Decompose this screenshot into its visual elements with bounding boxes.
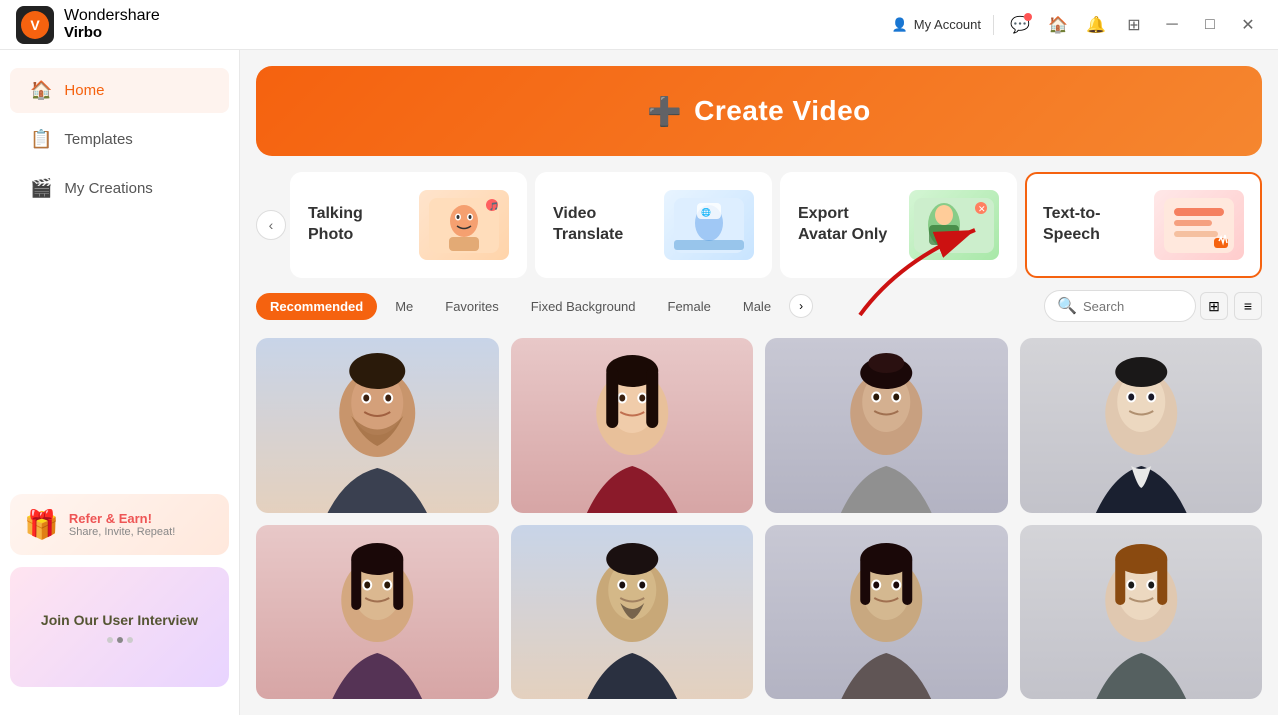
close-button[interactable]: ✕ — [1234, 11, 1262, 39]
refer-title: Refer & Earn! — [69, 511, 175, 526]
avatar-image-7 — [765, 525, 1008, 700]
logo-icon: V — [16, 6, 54, 44]
content-area: ➕ Create Video ‹ TalkingPhoto — [240, 50, 1278, 715]
text-to-speech-image — [1154, 190, 1244, 260]
avatar-card-5[interactable]: _ — [256, 525, 499, 700]
create-video-hero[interactable]: ➕ Create Video — [256, 66, 1262, 156]
video-translate-label: VideoTranslate — [553, 204, 623, 246]
home-icon-btn[interactable]: 🏠 — [1044, 11, 1072, 39]
refer-text: Refer & Earn! Share, Invite, Repeat! — [69, 511, 175, 538]
refer-subtitle: Share, Invite, Repeat! — [69, 526, 175, 538]
sidebar-item-templates-label: Templates — [64, 131, 132, 148]
avatar-image-amber — [511, 338, 754, 513]
avatar-card-harper-promotion[interactable]: Harper-Promotion — [765, 338, 1008, 513]
avatar-card-8[interactable]: _ — [1020, 525, 1263, 700]
account-button[interactable]: 👤 My Account — [892, 17, 981, 33]
templates-sidebar-icon: 📋 — [30, 129, 52, 150]
feature-card-video-translate[interactable]: VideoTranslate 🌐 — [535, 172, 772, 278]
account-icon: 👤 — [892, 17, 908, 33]
maximize-button[interactable]: □ — [1196, 11, 1224, 39]
avatar-image-6 — [511, 525, 754, 700]
avatar-image-8 — [1020, 525, 1263, 700]
sidebar: 🏠 Home 📋 Templates 🎬 My Creations 🎁 Refe… — [0, 50, 240, 715]
svg-text:🎵: 🎵 — [489, 202, 499, 211]
video-translate-image: 🌐 — [664, 190, 754, 260]
search-icon: 🔍 — [1057, 296, 1077, 316]
grid-icon-btn[interactable]: ⊞ — [1120, 11, 1148, 39]
filter-tab-fixed-background[interactable]: Fixed Background — [517, 293, 650, 320]
view-toggle-icons: ⊞ ≡ — [1200, 292, 1262, 320]
create-video-icon: ➕ — [647, 95, 682, 128]
export-avatar-label: ExportAvatar Only — [798, 204, 887, 246]
filter-more-button[interactable]: › — [789, 294, 813, 318]
support-icon-btn[interactable]: 🔔 — [1082, 11, 1110, 39]
separator — [993, 15, 994, 35]
search-bar: 🔍 — [1044, 290, 1196, 322]
sidebar-item-home-label: Home — [64, 82, 104, 99]
avatar-grid: Brandt-Casual — [240, 330, 1278, 715]
logo-text: Wondershare Virbo — [64, 7, 160, 41]
search-input[interactable] — [1083, 299, 1183, 314]
avatar-card-6[interactable]: _ — [511, 525, 754, 700]
gift-icon: 🎁 — [24, 508, 59, 541]
logo-top: Wondershare — [64, 7, 160, 25]
svg-text:V: V — [30, 17, 40, 33]
filter-tab-me[interactable]: Me — [381, 293, 427, 320]
message-icon-btn[interactable]: 💬 — [1006, 11, 1034, 39]
interview-dots — [107, 637, 133, 643]
export-avatar-image: ✕ — [909, 190, 999, 260]
svg-text:✕: ✕ — [978, 204, 986, 214]
interview-card[interactable]: Join Our User Interview — [10, 567, 229, 687]
feature-cards-row: ‹ TalkingPhoto — [240, 172, 1278, 278]
avatar-card-amber-fashion[interactable]: Amber - Fashion — [511, 338, 754, 513]
sidebar-item-home[interactable]: 🏠 Home — [10, 68, 229, 113]
dot-2 — [117, 637, 123, 643]
avatar-image-brandt — [256, 338, 499, 513]
talking-photo-image: 🎵 — [419, 190, 509, 260]
sidebar-item-templates[interactable]: 📋 Templates — [10, 117, 229, 162]
create-video-label: Create Video — [694, 95, 871, 127]
main-layout: 🏠 Home 📋 Templates 🎬 My Creations 🎁 Refe… — [0, 50, 1278, 715]
filter-tab-recommended[interactable]: Recommended — [256, 293, 377, 320]
feature-card-talking-photo[interactable]: TalkingPhoto 🎵 — [290, 172, 527, 278]
filter-tab-female[interactable]: Female — [654, 293, 725, 320]
home-sidebar-icon: 🏠 — [30, 80, 52, 101]
dot-3 — [127, 637, 133, 643]
svg-text:🌐: 🌐 — [701, 207, 711, 217]
feature-nav-prev[interactable]: ‹ — [256, 210, 286, 240]
text-to-speech-label: Text-to-Speech — [1043, 204, 1100, 246]
avatar-image-gabriel — [1020, 338, 1263, 513]
feature-cards-container: TalkingPhoto 🎵 — [290, 172, 1262, 278]
titlebar-icons: 💬 🏠 🔔 ⊞ ─ □ ✕ — [1006, 11, 1262, 39]
avatar-card-gabriel-business[interactable]: Gabriel-Business — [1020, 338, 1263, 513]
titlebar: V Wondershare Virbo 👤 My Account 💬 🏠 🔔 ⊞… — [0, 0, 1278, 50]
sidebar-item-my-creations[interactable]: 🎬 My Creations — [10, 166, 229, 211]
avatar-card-brandt-casual[interactable]: Brandt-Casual — [256, 338, 499, 513]
filter-row: Recommended Me Favorites Fixed Backgroun… — [240, 278, 1278, 330]
sidebar-bottom: 🎁 Refer & Earn! Share, Invite, Repeat! J… — [0, 482, 239, 699]
app-logo: V Wondershare Virbo — [16, 6, 160, 44]
notification-badge — [1024, 13, 1032, 21]
talking-photo-label: TalkingPhoto — [308, 204, 363, 246]
filter-tab-male[interactable]: Male — [729, 293, 785, 320]
filter-tab-favorites[interactable]: Favorites — [431, 293, 512, 320]
dot-1 — [107, 637, 113, 643]
refer-earn-card[interactable]: 🎁 Refer & Earn! Share, Invite, Repeat! — [10, 494, 229, 555]
titlebar-right: 👤 My Account 💬 🏠 🔔 ⊞ ─ □ ✕ — [892, 11, 1262, 39]
avatar-image-5 — [256, 525, 499, 700]
sidebar-item-my-creations-label: My Creations — [64, 180, 152, 197]
account-label: My Account — [914, 17, 981, 32]
list-view-button[interactable]: ≡ — [1234, 292, 1262, 320]
avatar-image-harper — [765, 338, 1008, 513]
my-creations-sidebar-icon: 🎬 — [30, 178, 52, 199]
feature-card-export-avatar[interactable]: ExportAvatar Only ✕ — [780, 172, 1017, 278]
interview-title: Join Our User Interview — [41, 611, 198, 629]
feature-card-text-to-speech[interactable]: Text-to-Speech — [1025, 172, 1262, 278]
logo-bottom: Virbo — [64, 25, 160, 42]
grid-view-button[interactable]: ⊞ — [1200, 292, 1228, 320]
minimize-button[interactable]: ─ — [1158, 11, 1186, 39]
avatar-card-7[interactable]: _ — [765, 525, 1008, 700]
